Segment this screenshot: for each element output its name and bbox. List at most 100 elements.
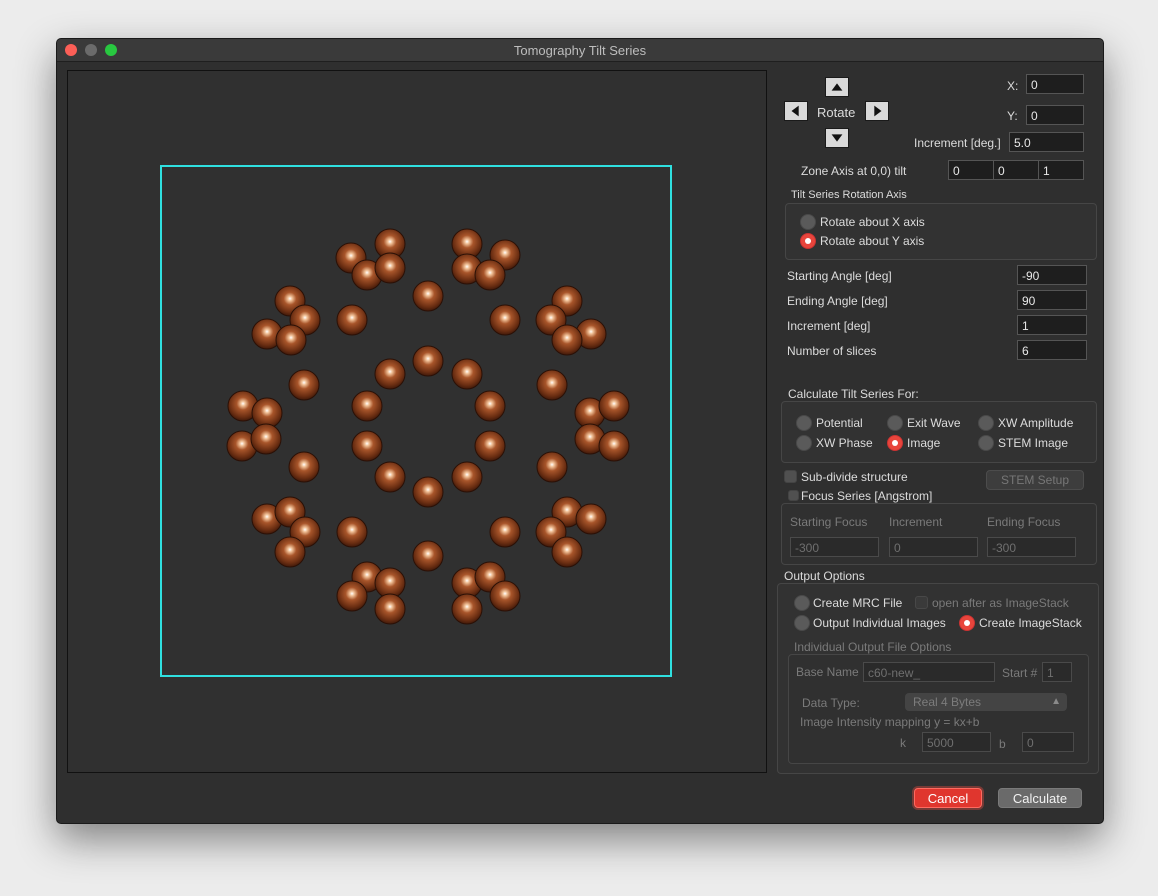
atom	[474, 430, 506, 462]
atom	[336, 580, 368, 612]
rotate-left-button[interactable]	[784, 101, 808, 121]
atom	[551, 536, 583, 568]
atom	[489, 516, 521, 548]
atom	[412, 280, 444, 312]
stem-image-radio[interactable]	[978, 435, 994, 451]
y-label: Y:	[1007, 109, 1018, 123]
atom	[336, 304, 368, 336]
zone-axis-v-field[interactable]: 0	[993, 160, 1039, 180]
x-label: X:	[1007, 79, 1019, 93]
atom	[374, 358, 406, 390]
atom	[551, 324, 583, 356]
y-field[interactable]: 0	[1026, 105, 1084, 125]
atom	[474, 259, 506, 291]
atom	[489, 304, 521, 336]
atom	[275, 324, 307, 356]
starting-angle-label: Starting Angle [deg]	[787, 269, 892, 283]
atom	[575, 503, 607, 535]
atom	[250, 423, 282, 455]
arrow-up-icon	[831, 83, 843, 91]
select-arrows-icon: ▲︎	[1051, 696, 1061, 707]
ending-angle-field[interactable]: 90	[1017, 290, 1087, 310]
angle-increment-label: Increment [deg]	[787, 319, 871, 333]
atom	[598, 430, 630, 462]
rotation-axis-group: Rotate about X axis Rotate about Y axis	[785, 203, 1097, 260]
atom	[451, 461, 483, 493]
output-individual-radio[interactable]	[794, 615, 810, 631]
focus-increment-field[interactable]: 0	[889, 537, 978, 557]
atom	[374, 461, 406, 493]
base-name-field[interactable]: c60-new_	[863, 662, 995, 682]
data-type-value: Real 4 Bytes	[913, 695, 982, 709]
structure-view[interactable]	[67, 70, 767, 773]
start-number-field[interactable]: 1	[1042, 662, 1072, 682]
ending-angle-label: Ending Angle [deg]	[787, 294, 888, 308]
atom	[288, 451, 320, 483]
output-options-title: Output Options	[784, 569, 865, 583]
atom	[351, 390, 383, 422]
xw-amplitude-radio[interactable]	[978, 415, 994, 431]
subdivide-checkbox[interactable]	[784, 470, 797, 483]
focus-series-checkbox[interactable]	[788, 490, 799, 501]
atom	[536, 451, 568, 483]
atom	[412, 540, 444, 572]
x-field[interactable]: 0	[1026, 74, 1084, 94]
base-name-label: Base Name	[796, 665, 859, 679]
arrow-left-icon	[791, 105, 799, 117]
image-radio[interactable]	[887, 435, 903, 451]
window-title: Tomography Tilt Series	[513, 43, 647, 58]
focus-series-label: Focus Series [Angstrom]	[801, 489, 933, 503]
file-options-title: Individual Output File Options	[794, 640, 952, 654]
atom	[374, 252, 406, 284]
b-field[interactable]: 0	[1022, 732, 1074, 752]
rotate-up-button[interactable]	[825, 77, 849, 97]
rotate-x-label: Rotate about X axis	[820, 215, 925, 229]
open-after-label: open after as ImageStack	[932, 596, 1069, 610]
atom	[451, 358, 483, 390]
atom	[412, 476, 444, 508]
data-type-select[interactable]: Real 4 Bytes ▲︎	[905, 693, 1067, 711]
slices-field[interactable]: 6	[1017, 340, 1087, 360]
arrow-right-icon	[874, 105, 882, 117]
atom	[412, 345, 444, 377]
atom	[351, 430, 383, 462]
start-number-label: Start #	[1002, 666, 1038, 680]
rotate-right-button[interactable]	[865, 101, 889, 121]
atom-structure-drawing	[160, 165, 672, 677]
ending-focus-field[interactable]: -300	[987, 537, 1076, 557]
atom	[251, 397, 283, 429]
focus-increment-label: Increment	[889, 515, 943, 529]
starting-angle-field[interactable]: -90	[1017, 265, 1087, 285]
zone-axis-w-field[interactable]: 1	[1038, 160, 1084, 180]
atom	[288, 369, 320, 401]
calculate-button[interactable]: Calculate	[998, 788, 1082, 808]
k-field[interactable]: 5000	[922, 732, 991, 752]
exit-wave-label: Exit Wave	[907, 416, 961, 430]
create-imagestack-label: Create ImageStack	[979, 616, 1082, 630]
rotation-axis-title: Tilt Series Rotation Axis	[791, 189, 907, 201]
exit-wave-radio[interactable]	[887, 415, 903, 431]
intensity-mapping-label: Image Intensity mapping y = kx+b	[800, 715, 980, 729]
potential-label: Potential	[816, 416, 863, 430]
atom	[451, 593, 483, 625]
arrow-down-icon	[831, 134, 843, 142]
rotate-down-button[interactable]	[825, 128, 849, 148]
open-after-checkbox[interactable]	[915, 596, 928, 609]
cancel-button[interactable]: Cancel	[914, 788, 982, 808]
stem-setup-button[interactable]: STEM Setup	[986, 470, 1084, 490]
zone-axis-u-field[interactable]: 0	[948, 160, 994, 180]
xw-phase-radio[interactable]	[796, 435, 812, 451]
atom	[336, 516, 368, 548]
potential-radio[interactable]	[796, 415, 812, 431]
rotate-y-radio[interactable]	[800, 233, 816, 249]
rotate-increment-label: Increment [deg.]	[914, 136, 1001, 150]
rotate-x-radio[interactable]	[800, 214, 816, 230]
create-mrc-radio[interactable]	[794, 595, 810, 611]
create-mrc-label: Create MRC File	[813, 596, 903, 610]
starting-focus-field[interactable]: -300	[790, 537, 879, 557]
angle-increment-field[interactable]: 1	[1017, 315, 1087, 335]
title-bar: Tomography Tilt Series	[57, 39, 1103, 62]
rotate-increment-field[interactable]: 5.0	[1009, 132, 1084, 152]
output-options-group: Create MRC File open after as ImageStack…	[777, 583, 1099, 774]
create-imagestack-radio[interactable]	[959, 615, 975, 631]
